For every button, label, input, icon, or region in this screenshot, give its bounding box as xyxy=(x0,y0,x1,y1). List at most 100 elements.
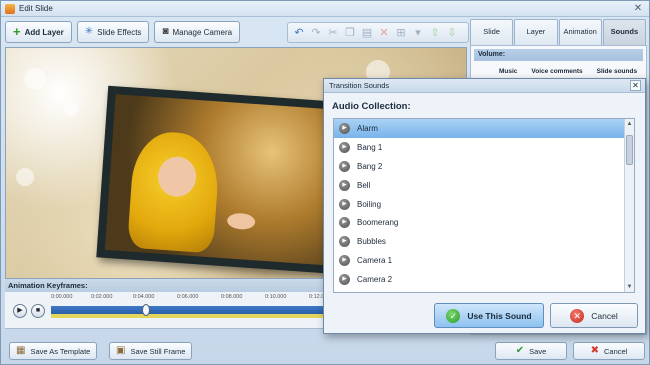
tick-label: 0:10.000 xyxy=(265,294,287,300)
sound-item-camera-1[interactable]: ▶ Camera 1 xyxy=(334,251,634,270)
sound-item-boomerang[interactable]: ▶ Boomerang xyxy=(334,213,634,232)
tab-bar: Slide Layer Animation Sounds xyxy=(470,19,647,45)
sound-list[interactable]: ▶ Alarm ▶ Bang 1 ▶ Bang 2 ▶ Bell ▶ Boili… xyxy=(333,118,635,293)
tick-label: 0:06.000 xyxy=(177,294,199,300)
tick-label: 0:08.000 xyxy=(221,294,243,300)
cancel-button[interactable]: ✖ Cancel xyxy=(573,342,645,360)
move-up-icon[interactable]: ⇧ xyxy=(428,26,442,40)
slide-effects-label: Slide Effects xyxy=(97,27,142,37)
sound-name: Camera 2 xyxy=(357,275,393,285)
dialog-cancel-label: Cancel xyxy=(591,310,618,321)
plus-icon: + xyxy=(13,24,21,39)
tab-layer[interactable]: Layer xyxy=(514,19,558,45)
sound-name: Camera 1 xyxy=(357,256,393,266)
tab-animation[interactable]: Animation xyxy=(558,19,602,45)
image-icon: ▣ xyxy=(116,345,126,356)
tick-label: 0:12.0 xyxy=(309,294,325,300)
sound-item-bubbles[interactable]: ▶ Bubbles xyxy=(334,232,634,251)
tick-label: 0:00.000 xyxy=(51,294,73,300)
play-button[interactable]: ▶ xyxy=(13,304,27,318)
redo-icon[interactable]: ↷ xyxy=(309,26,323,40)
tab-sounds[interactable]: Sounds xyxy=(602,19,646,45)
save-still-frame-button[interactable]: ▣ Save Still Frame xyxy=(109,342,193,360)
tab-slide[interactable]: Slide xyxy=(470,19,514,45)
keyframe-track[interactable] xyxy=(51,306,331,314)
undo-icon[interactable]: ↶ xyxy=(292,26,306,40)
column-voice-comments: Voice comments xyxy=(531,68,583,75)
cut-icon[interactable]: ✂ xyxy=(326,26,340,40)
sparkle-icon: ✳ xyxy=(84,26,94,37)
scroll-thumb[interactable] xyxy=(626,135,633,165)
save-as-template-button[interactable]: ▦ Save As Template xyxy=(9,342,98,360)
sound-name: Alarm xyxy=(357,123,378,133)
play-icon[interactable]: ▶ xyxy=(339,236,350,248)
sound-name: Bang 2 xyxy=(357,161,383,171)
window-close-icon[interactable]: ✕ xyxy=(631,3,645,14)
volume-header: Volume: xyxy=(474,49,643,61)
column-slide-sounds: Slide sounds xyxy=(596,68,638,75)
dialog-title: Transition Sounds xyxy=(329,81,390,90)
sound-list-scrollbar[interactable]: ▲ ▼ xyxy=(624,119,634,292)
save-button[interactable]: ✔ Save xyxy=(495,342,567,360)
copy-icon[interactable]: ❐ xyxy=(343,26,357,40)
sound-name: Bubbles xyxy=(357,237,386,247)
bokeh-light xyxy=(24,68,46,90)
play-icon[interactable]: ▶ xyxy=(339,217,350,229)
stop-button[interactable]: ■ xyxy=(31,304,45,318)
app-icon xyxy=(5,3,15,14)
save-as-template-label: Save As Template xyxy=(30,346,91,356)
audio-collection-label: Audio Collection: xyxy=(332,101,411,112)
sound-item-boiling[interactable]: ▶ Boiling xyxy=(334,195,634,214)
camera-icon: ◙ xyxy=(162,26,169,37)
dialog-close-icon[interactable]: ✕ xyxy=(630,80,641,91)
play-icon[interactable]: ▶ xyxy=(339,255,350,267)
sound-item-bang-2[interactable]: ▶ Bang 2 xyxy=(334,157,634,176)
template-icon: ▦ xyxy=(16,345,26,356)
play-icon[interactable]: ▶ xyxy=(339,141,350,153)
scroll-down-icon[interactable]: ▼ xyxy=(625,282,634,292)
edit-toolbar-group: ↶ ↷ ✂ ❐ ▤ ✕ ⊞ ▾ ⇧ ⇩ xyxy=(287,22,469,43)
add-layer-button[interactable]: + Add Layer xyxy=(5,21,72,43)
use-this-sound-label: Use This Sound xyxy=(467,310,532,321)
bokeh-light xyxy=(16,168,34,186)
dialog-title-bar: Transition Sounds ✕ xyxy=(324,79,645,93)
title-bar: Edit Slide ✕ xyxy=(1,1,649,17)
dropdown-icon[interactable]: ▾ xyxy=(411,26,425,40)
transition-sounds-dialog: Transition Sounds ✕ Audio Collection: ▶ … xyxy=(323,78,646,334)
sound-item-bell[interactable]: ▶ Bell xyxy=(334,176,634,195)
sound-name: Bell xyxy=(357,180,371,190)
dialog-cancel-button[interactable]: ✕ Cancel xyxy=(550,303,638,328)
play-icon[interactable]: ▶ xyxy=(339,198,350,210)
slide-effects-button[interactable]: ✳ Slide Effects xyxy=(76,21,150,43)
tick-label: 0:04.000 xyxy=(133,294,155,300)
paste-icon[interactable]: ▤ xyxy=(360,26,374,40)
arrange-icon[interactable]: ⊞ xyxy=(394,26,408,40)
add-layer-label: Add Layer xyxy=(24,27,64,37)
delete-icon[interactable]: ✕ xyxy=(377,26,391,40)
sound-item-camera-2[interactable]: ▶ Camera 2 xyxy=(334,270,634,289)
play-icon[interactable]: ▶ xyxy=(339,179,350,191)
keyframe-range xyxy=(51,314,331,318)
sound-name: Boomerang xyxy=(357,218,399,228)
child-hand xyxy=(226,212,256,231)
keyframes-timeline: ▶ ■ 0:00.000 0:02.000 0:04.000 0:06.000 … xyxy=(5,292,331,329)
use-this-sound-button[interactable]: ✓ Use This Sound xyxy=(434,303,544,328)
column-music: Music xyxy=(499,68,518,75)
cancel-label: Cancel xyxy=(604,346,628,356)
bokeh-light xyxy=(64,102,78,116)
play-icon[interactable]: ▶ xyxy=(339,122,350,134)
sound-item-bang-1[interactable]: ▶ Bang 1 xyxy=(334,138,634,157)
manage-camera-button[interactable]: ◙ Manage Camera xyxy=(154,21,241,43)
play-icon[interactable]: ▶ xyxy=(339,160,350,172)
photo-layer[interactable] xyxy=(96,85,352,275)
edit-slide-window: Edit Slide ✕ + Add Layer ✳ Slide Effects… xyxy=(0,0,650,365)
save-label: Save xyxy=(529,346,547,356)
play-icon[interactable]: ▶ xyxy=(339,274,350,286)
window-title: Edit Slide xyxy=(19,4,53,13)
move-down-icon[interactable]: ⇩ xyxy=(445,26,459,40)
animation-keyframes-label: Animation Keyframes: xyxy=(5,281,325,292)
manage-camera-label: Manage Camera xyxy=(172,27,233,37)
sound-item-alarm[interactable]: ▶ Alarm xyxy=(334,119,634,138)
cancel-icon: ✖ xyxy=(590,345,600,356)
scroll-up-icon[interactable]: ▲ xyxy=(625,119,634,129)
